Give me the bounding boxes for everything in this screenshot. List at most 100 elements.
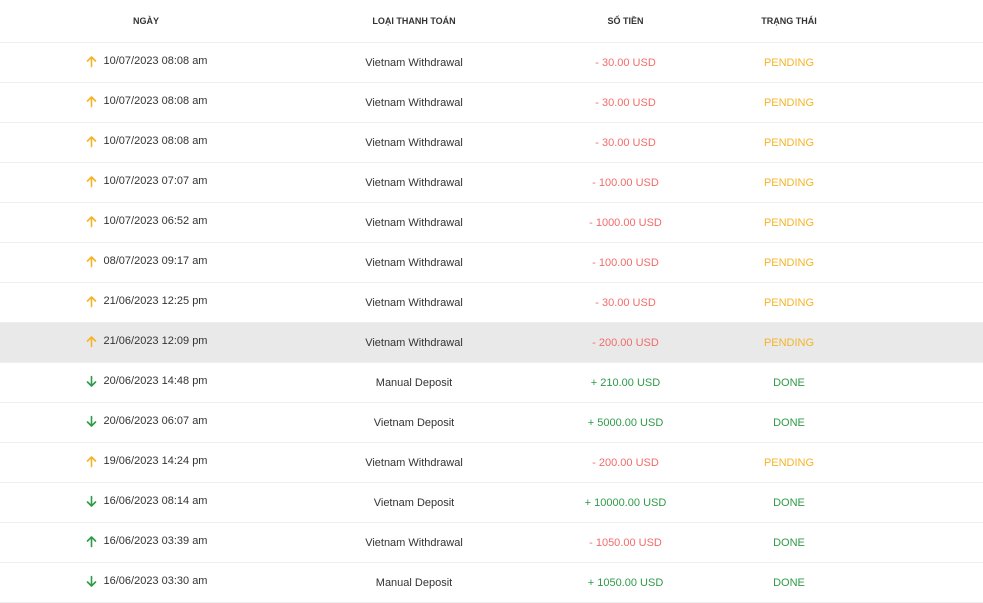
table-row[interactable]: 16/06/2023 03:39 am Vietnam Withdrawal -… (0, 523, 983, 563)
transaction-amount: - 30.00 USD (595, 296, 656, 309)
transaction-amount: - 30.00 USD (595, 56, 656, 69)
status-badge: PENDING (763, 96, 815, 109)
payment-type: Vietnam Deposit (373, 416, 455, 429)
date-cell: 16/06/2023 03:39 am (0, 535, 292, 551)
table-row[interactable]: 10/07/2023 08:08 am Vietnam Withdrawal -… (0, 43, 983, 83)
transaction-date: 16/06/2023 03:30 am (103, 575, 208, 587)
transaction-amount: - 30.00 USD (595, 136, 656, 149)
status-badge: PENDING (763, 296, 815, 309)
payment-type: Vietnam Withdrawal (365, 536, 463, 549)
payment-type: Vietnam Withdrawal (365, 96, 463, 109)
arrow-up-icon (85, 175, 98, 188)
transaction-date: 21/06/2023 12:09 pm (103, 335, 208, 347)
date-cell: 10/07/2023 08:08 am (0, 95, 292, 111)
transaction-date: 10/07/2023 07:07 am (103, 175, 208, 187)
transaction-amount: - 100.00 USD (592, 176, 659, 189)
payment-type: Vietnam Withdrawal (365, 56, 463, 69)
table-header: NGÀY LOẠI THANH TOÁN SỐ TIỀN TRẠNG THÁI (0, 0, 983, 43)
arrow-up-icon (85, 55, 98, 68)
status-badge: DONE (773, 376, 805, 389)
transaction-date: 19/06/2023 14:24 pm (103, 455, 208, 467)
status-badge: DONE (773, 536, 805, 549)
transaction-date: 10/07/2023 08:08 am (103, 95, 208, 107)
table-row[interactable]: 10/07/2023 08:08 am Vietnam Withdrawal -… (0, 123, 983, 163)
payment-type: Vietnam Withdrawal (365, 176, 463, 189)
payment-type: Vietnam Withdrawal (365, 456, 463, 469)
payment-type: Manual Deposit (375, 376, 453, 389)
transaction-amount: - 200.00 USD (592, 456, 659, 469)
table-row[interactable]: 10/07/2023 07:07 am Vietnam Withdrawal -… (0, 163, 983, 203)
transaction-amount: + 210.00 USD (590, 376, 661, 389)
date-cell: 20/06/2023 14:48 pm (0, 375, 292, 391)
table-row[interactable]: 21/06/2023 12:25 pm Vietnam Withdrawal -… (0, 283, 983, 323)
transaction-date: 10/07/2023 06:52 am (103, 215, 208, 227)
transaction-amount: - 200.00 USD (592, 336, 659, 349)
transaction-amount: - 30.00 USD (595, 96, 656, 109)
transaction-amount: - 1000.00 USD (589, 216, 662, 229)
table-row[interactable]: 20/06/2023 06:07 am Vietnam Deposit + 50… (0, 403, 983, 443)
status-badge: PENDING (763, 216, 815, 229)
table-row[interactable]: 21/06/2023 12:09 pm Vietnam Withdrawal -… (0, 323, 983, 363)
transaction-amount: - 100.00 USD (592, 256, 659, 269)
date-cell: 16/06/2023 03:30 am (0, 575, 292, 591)
header-status[interactable]: TRẠNG THÁI (715, 16, 863, 26)
transaction-date: 20/06/2023 14:48 pm (103, 375, 208, 387)
payment-type: Vietnam Withdrawal (365, 136, 463, 149)
transaction-date: 16/06/2023 08:14 am (103, 495, 208, 507)
date-cell: 10/07/2023 08:08 am (0, 135, 292, 151)
arrow-up-icon (85, 215, 98, 228)
payment-type: Manual Deposit (375, 576, 453, 589)
arrow-up-icon (85, 135, 98, 148)
status-badge: DONE (773, 576, 805, 589)
status-badge: DONE (773, 496, 805, 509)
payment-type: Vietnam Withdrawal (365, 336, 463, 349)
status-badge: PENDING (763, 56, 815, 69)
arrow-up-icon (85, 255, 98, 268)
arrow-up-icon (85, 295, 98, 308)
payment-type: Vietnam Deposit (373, 496, 455, 509)
arrow-up-icon (85, 535, 98, 548)
status-badge: PENDING (763, 336, 815, 349)
status-badge: PENDING (763, 256, 815, 269)
arrow-down-icon (85, 495, 98, 508)
transaction-amount: + 1050.00 USD (587, 576, 664, 589)
status-badge: PENDING (763, 176, 815, 189)
date-cell: 10/07/2023 08:08 am (0, 55, 292, 71)
table-row[interactable]: 10/07/2023 06:52 am Vietnam Withdrawal -… (0, 203, 983, 243)
header-amount[interactable]: SỐ TIỀN (536, 16, 715, 26)
payment-type: Vietnam Withdrawal (365, 256, 463, 269)
table-row[interactable]: 16/06/2023 08:14 am Vietnam Deposit + 10… (0, 483, 983, 523)
payment-type: Vietnam Withdrawal (365, 216, 463, 229)
transaction-history-table: NGÀY LOẠI THANH TOÁN SỐ TIỀN TRẠNG THÁI … (0, 0, 983, 603)
transaction-date: 21/06/2023 12:25 pm (103, 295, 208, 307)
status-badge: PENDING (763, 136, 815, 149)
transaction-date: 10/07/2023 08:08 am (103, 135, 208, 147)
payment-type: Vietnam Withdrawal (365, 296, 463, 309)
table-row[interactable]: 08/07/2023 09:17 am Vietnam Withdrawal -… (0, 243, 983, 283)
date-cell: 08/07/2023 09:17 am (0, 255, 292, 271)
date-cell: 21/06/2023 12:25 pm (0, 295, 292, 311)
date-cell: 19/06/2023 14:24 pm (0, 455, 292, 471)
transaction-date: 16/06/2023 03:39 am (103, 535, 208, 547)
date-cell: 21/06/2023 12:09 pm (0, 335, 292, 351)
table-row[interactable]: 10/07/2023 08:08 am Vietnam Withdrawal -… (0, 83, 983, 123)
date-cell: 10/07/2023 07:07 am (0, 175, 292, 191)
arrow-down-icon (85, 575, 98, 588)
transaction-date: 08/07/2023 09:17 am (103, 255, 208, 267)
table-body: 10/07/2023 08:08 am Vietnam Withdrawal -… (0, 43, 983, 603)
arrow-up-icon (85, 335, 98, 348)
transaction-amount: + 10000.00 USD (584, 496, 667, 509)
transaction-date: 10/07/2023 08:08 am (103, 55, 208, 67)
header-date[interactable]: NGÀY (0, 16, 292, 26)
table-row[interactable]: 19/06/2023 14:24 pm Vietnam Withdrawal -… (0, 443, 983, 483)
date-cell: 16/06/2023 08:14 am (0, 495, 292, 511)
table-row[interactable]: 20/06/2023 14:48 pm Manual Deposit + 210… (0, 363, 983, 403)
transaction-date: 20/06/2023 06:07 am (103, 415, 208, 427)
transaction-amount: + 5000.00 USD (587, 416, 664, 429)
date-cell: 10/07/2023 06:52 am (0, 215, 292, 231)
status-badge: DONE (773, 416, 805, 429)
arrow-down-icon (85, 375, 98, 388)
arrow-down-icon (85, 415, 98, 428)
header-payment-type[interactable]: LOẠI THANH TOÁN (292, 16, 536, 26)
table-row[interactable]: 16/06/2023 03:30 am Manual Deposit + 105… (0, 563, 983, 603)
